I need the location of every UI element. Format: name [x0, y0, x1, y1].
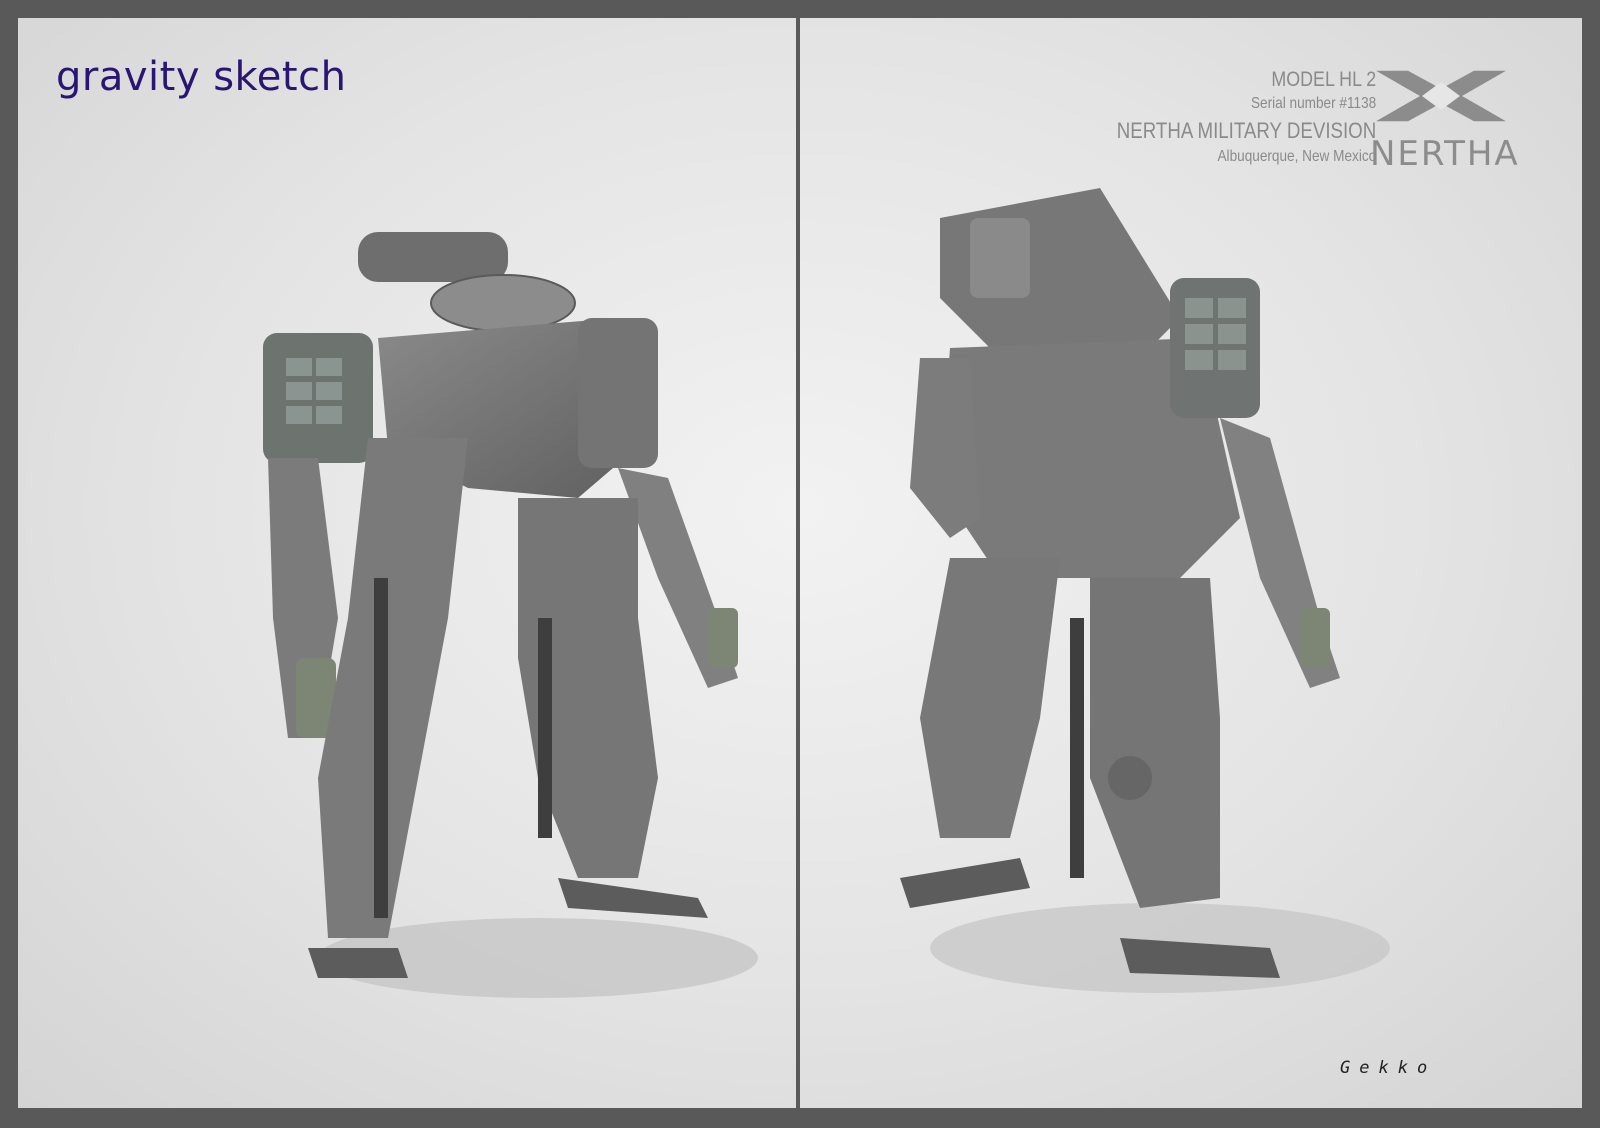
serial-number: Serial number #1138 [1250, 95, 1376, 112]
artist-signature: Gekko [1340, 1058, 1437, 1078]
foot-right [558, 878, 708, 918]
logo-wordmark: NERTHA [1370, 134, 1520, 174]
render-panel-left [18, 18, 796, 1108]
foot-left [308, 948, 408, 978]
arm-left [910, 358, 980, 538]
leg-left [920, 558, 1060, 838]
mech-robot-front-render [263, 232, 758, 998]
leg-left [318, 438, 468, 938]
presentation-sheet: gravity sketch MODEL HL 2 Serial number … [18, 18, 1582, 1108]
head-disc [430, 274, 576, 332]
location: Albuquerque, New Mexico [1217, 148, 1376, 165]
model-name: MODEL HL 2 [1271, 68, 1376, 91]
foot-left [900, 858, 1030, 908]
hand-right [708, 608, 738, 668]
leg-right [1090, 578, 1220, 908]
render-panel-right [800, 18, 1582, 1108]
shoulder-armor [1170, 278, 1260, 418]
brand-title: gravity sketch [56, 54, 347, 100]
model-info-block: MODEL HL 2 Serial number #1138 NERTHA MI… [1117, 68, 1376, 168]
hand-right [1300, 608, 1330, 668]
division-name: NERTHA MILITARY DEVISION [1116, 118, 1376, 143]
shoulder-armor-right [578, 318, 658, 468]
mech-robot-rear-render [900, 188, 1390, 993]
back-cylinder [358, 232, 508, 282]
